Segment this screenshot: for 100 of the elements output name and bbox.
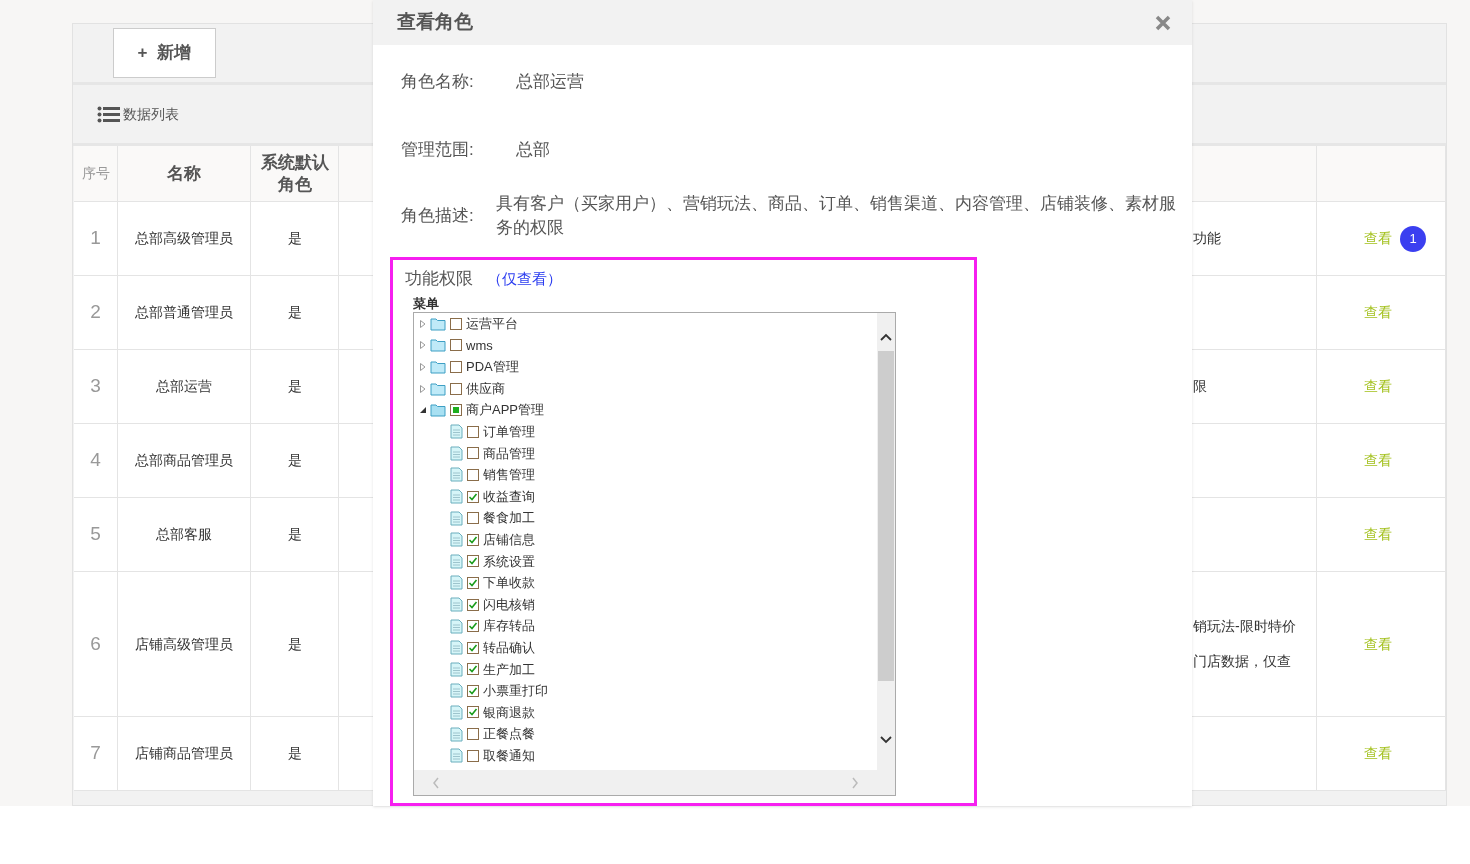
tree-item-label[interactable]: 商品管理 [483, 443, 535, 464]
checkbox[interactable] [467, 468, 479, 481]
document-icon [450, 597, 463, 612]
tree-item-label[interactable]: 系统设置 [483, 551, 535, 572]
folder-icon [430, 338, 446, 353]
add-button[interactable]: + 新增 [113, 28, 216, 78]
modal-title: 查看角色 [397, 10, 473, 35]
checkbox[interactable] [467, 620, 479, 633]
tree-item-label[interactable]: 转品确认 [483, 637, 535, 658]
tree-item-label[interactable]: 下单收款 [483, 573, 535, 593]
checkbox[interactable] [467, 598, 479, 611]
row-number: 2 [74, 276, 118, 350]
tree-item-label[interactable]: 生产加工 [483, 659, 535, 680]
checkbox[interactable] [467, 684, 479, 697]
table-cell: 店铺高级管理员 [118, 572, 251, 717]
field-label: 管理范围: [401, 139, 474, 162]
tree-item-label[interactable]: 订单管理 [483, 422, 535, 442]
tree-item-label[interactable]: wms [466, 335, 493, 356]
checkbox[interactable] [467, 706, 479, 719]
table-cell: 是 [251, 350, 339, 424]
checkbox[interactable] [467, 512, 479, 525]
tree-item-label[interactable]: 餐食加工 [483, 508, 535, 528]
close-icon[interactable] [1155, 14, 1171, 31]
tree-item-label[interactable]: 闪电核销 [483, 594, 535, 615]
tree-item-label[interactable]: 正餐点餐 [483, 724, 535, 744]
document-icon [450, 445, 463, 461]
document-icon [450, 748, 463, 764]
field-value: 总部运营 [515, 71, 584, 93]
checkbox[interactable] [467, 533, 479, 546]
row-number: 7 [74, 717, 118, 791]
scrollbar-thumb[interactable] [878, 351, 894, 681]
field-label: 角色描述: [401, 205, 474, 228]
view-only-note: （仅查看） [487, 268, 562, 289]
table-cell: 是 [251, 202, 339, 276]
section-title: 功能权限 [405, 268, 473, 291]
tree-item-label[interactable]: 店铺信息 [483, 530, 535, 550]
tree-item-label[interactable]: 运营平台 [466, 314, 518, 334]
table-cell: 是 [251, 572, 339, 717]
table-cell: 是 [251, 498, 339, 572]
checkbox[interactable] [450, 361, 462, 373]
document-icon [450, 553, 463, 569]
open-folder-icon [430, 403, 446, 418]
checkbox[interactable] [467, 663, 479, 676]
field-value: 总部 [515, 139, 550, 161]
document-icon [450, 618, 463, 634]
tree-label: 菜单 [413, 295, 440, 312]
vertical-scrollbar[interactable] [877, 313, 895, 795]
tree-item-label[interactable]: 小票重打印 [483, 681, 548, 701]
folder-icon [430, 360, 446, 374]
checkbox[interactable] [450, 382, 462, 395]
document-icon [450, 532, 463, 548]
folder-icon [430, 381, 446, 396]
folder-icon [430, 316, 446, 331]
row-number: 6 [74, 572, 118, 717]
table-cell: 总部客服 [118, 498, 251, 572]
tree-item-label[interactable]: 银商退款 [483, 702, 535, 723]
table-cell: 店铺商品管理员 [118, 717, 251, 791]
checkbox[interactable] [467, 749, 479, 762]
row-number: 3 [74, 350, 118, 424]
table-cell: 总部高级管理员 [118, 202, 251, 276]
table-cell: 是 [251, 717, 339, 791]
checkbox[interactable] [450, 317, 462, 330]
checkbox[interactable] [467, 447, 479, 460]
checkbox[interactable] [467, 641, 479, 654]
tree-item-label[interactable]: 取餐通知 [483, 745, 535, 766]
tree-item-label[interactable]: PDA管理 [466, 357, 519, 377]
checkbox[interactable] [467, 728, 479, 741]
document-icon [450, 510, 463, 526]
field-value: 具有客户（买家用户）、营销玩法、商品、订单、销售渠道、内容管理、店铺装修、素材服务的权限 [495, 193, 1176, 239]
number-badge: 1 [1400, 225, 1426, 252]
checkbox[interactable] [450, 404, 462, 417]
tree-item-label[interactable]: 商户APP管理 [466, 400, 544, 420]
expander-icon[interactable] [420, 406, 426, 415]
document-icon [450, 726, 463, 742]
checkbox[interactable] [467, 425, 479, 438]
table-cell: 是 [251, 424, 339, 498]
checkbox[interactable] [467, 555, 479, 568]
document-icon [450, 424, 463, 440]
document-icon [450, 661, 463, 677]
field-label: 角色名称: [401, 71, 474, 94]
list-icon [97, 105, 120, 123]
tree-item-label[interactable]: 库存转品 [483, 616, 535, 636]
table-cell: 是 [251, 276, 339, 350]
column-header: 序号 [74, 146, 118, 202]
column-header: 系统默认角色 [251, 146, 339, 202]
table-cell: 总部商品管理员 [118, 424, 251, 498]
tree-item-label[interactable]: 收益查询 [483, 486, 535, 507]
tree-item-label[interactable]: 供应商 [466, 378, 505, 399]
checkbox[interactable] [467, 576, 479, 589]
tree-item-label[interactable]: 销售管理 [483, 465, 535, 485]
row-number: 4 [74, 424, 118, 498]
column-header: 名称 [118, 146, 251, 202]
table-cell: 总部普通管理员 [118, 276, 251, 350]
table-cell: 总部运营 [118, 350, 251, 424]
document-icon [450, 575, 463, 591]
document-icon [450, 489, 463, 505]
checkbox[interactable] [467, 490, 479, 503]
document-icon [450, 705, 463, 720]
row-number: 5 [74, 498, 118, 572]
checkbox[interactable] [450, 339, 462, 352]
